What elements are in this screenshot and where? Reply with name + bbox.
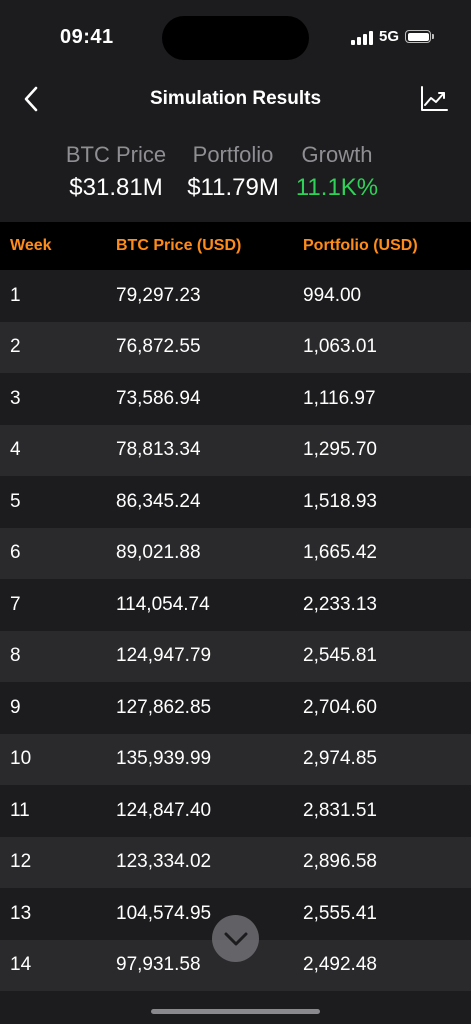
network-type-label: 5G: [378, 28, 399, 45]
btc-price-cell: 86,345.24: [116, 490, 201, 512]
btc-price-cell: 79,297.23: [116, 284, 201, 306]
cellular-signal-icon: [350, 29, 373, 45]
table-row: 11 124,847.40 2,831.51: [0, 785, 471, 837]
week-cell: 11: [10, 799, 30, 821]
btc-price-cell: 135,939.99: [116, 748, 212, 770]
navigation-bar: Simulation Results: [0, 76, 471, 122]
portfolio-cell: 1,518.93: [303, 490, 377, 512]
dynamic-island: [162, 16, 309, 60]
portfolio-value: $11.79M: [187, 174, 279, 201]
battery-icon: [405, 30, 434, 43]
btc-price-cell: 78,813.34: [116, 439, 201, 461]
portfolio-cell: 1,116.97: [303, 387, 376, 409]
portfolio-cell: 2,704.60: [303, 696, 377, 718]
btc-price-cell: 73,586.94: [116, 387, 201, 409]
simulation-results-screen: 09:41 5G Simulation Results BTC Price $3…: [0, 0, 471, 1024]
portfolio-label: Portfolio: [192, 142, 274, 167]
week-cell: 13: [10, 902, 32, 924]
portfolio-cell: 2,492.48: [303, 954, 377, 976]
portfolio-stat: Portfolio $11.79M: [183, 142, 283, 202]
portfolio-cell: 2,233.13: [303, 593, 377, 615]
growth-value: 11.1K%: [295, 174, 379, 201]
btc-price-cell: 97,931.58: [116, 954, 201, 976]
status-time: 09:41: [60, 26, 114, 48]
week-cell: 6: [10, 542, 21, 564]
table-row: 1 79,297.23 994.00: [0, 270, 471, 322]
portfolio-cell: 2,974.85: [303, 748, 377, 770]
header-portfolio: Portfolio (USD): [303, 237, 418, 254]
status-bar: 09:41 5G: [0, 0, 471, 72]
table-row: 2 76,872.55 1,063.01: [0, 321, 471, 373]
btc-price-cell: 124,947.79: [116, 645, 212, 667]
week-cell: 12: [10, 851, 32, 873]
home-indicator: [151, 1009, 320, 1014]
btc-price-cell: 127,862.85: [116, 696, 212, 718]
week-cell: 10: [10, 748, 32, 770]
btc-price-cell: 114,054.74: [116, 593, 210, 615]
week-cell: 4: [10, 439, 21, 461]
scroll-down-button[interactable]: [212, 915, 259, 962]
table-row: 7 114,054.74 2,233.13: [0, 579, 471, 631]
btc-price-cell: 124,847.40: [116, 799, 212, 821]
btc-price-stat: BTC Price $31.81M: [62, 142, 170, 202]
table-row: 10 135,939.99 2,974.85: [0, 733, 471, 785]
btc-price-cell: 76,872.55: [116, 336, 201, 358]
trending-up-chart-icon: [421, 86, 448, 111]
chevron-down-icon: [224, 932, 247, 945]
week-cell: 9: [10, 696, 21, 718]
table-body[interactable]: 1 79,297.23 994.00 2 76,872.55 1,063.01 3 73,58…: [0, 270, 471, 991]
header-btc-price: BTC Price (USD): [116, 237, 242, 254]
portfolio-cell: 2,545.81: [303, 645, 377, 667]
portfolio-cell: 1,295.70: [303, 439, 377, 461]
table-row: 6 89,021.88 1,665.42: [0, 527, 471, 579]
portfolio-cell: 2,896.58: [303, 851, 377, 873]
btc-price-cell: 104,574.95: [116, 902, 212, 924]
growth-stat: Growth 11.1K%: [294, 142, 380, 202]
week-cell: 14: [10, 954, 32, 976]
table-row: 4 78,813.34 1,295.70: [0, 424, 471, 476]
btc-price-value: $31.81M: [69, 174, 163, 201]
page-title: Simulation Results: [149, 88, 322, 109]
week-cell: 2: [10, 336, 21, 358]
btc-price-cell: 123,334.02: [116, 851, 212, 873]
week-cell: 3: [10, 387, 21, 409]
table-header: Week BTC Price (USD) Portfolio (USD): [0, 222, 471, 270]
table-row: 5 86,345.24 1,518.93: [0, 476, 471, 528]
table-row: 12 123,334.02 2,896.58: [0, 836, 471, 888]
table-row: 9 127,862.85 2,704.60: [0, 682, 471, 734]
summary-stats: BTC Price $31.81M Portfolio $11.79M Grow…: [0, 142, 471, 212]
week-cell: 5: [10, 490, 21, 512]
btc-price-cell: 89,021.88: [116, 542, 201, 564]
week-cell: 7: [10, 593, 21, 615]
portfolio-cell: 1,063.01: [303, 336, 377, 358]
btc-price-label: BTC Price: [65, 142, 167, 167]
portfolio-cell: 2,831.51: [303, 799, 377, 821]
table-row: 8 124,947.79 2,545.81: [0, 630, 471, 682]
portfolio-cell: 2,555.41: [303, 902, 377, 924]
week-cell: 8: [10, 645, 21, 667]
status-indicators: 5G: [350, 28, 434, 45]
chart-view-button[interactable]: [419, 84, 449, 114]
growth-label: Growth: [301, 142, 373, 167]
portfolio-cell: 994.00: [303, 284, 362, 306]
week-cell: 1: [10, 284, 21, 306]
results-table: Week BTC Price (USD) Portfolio (USD) 1 79…: [0, 222, 471, 991]
table-row: 3 73,586.94 1,116.97: [0, 373, 471, 425]
portfolio-cell: 1,665.42: [303, 542, 377, 564]
header-week: Week: [10, 237, 52, 254]
